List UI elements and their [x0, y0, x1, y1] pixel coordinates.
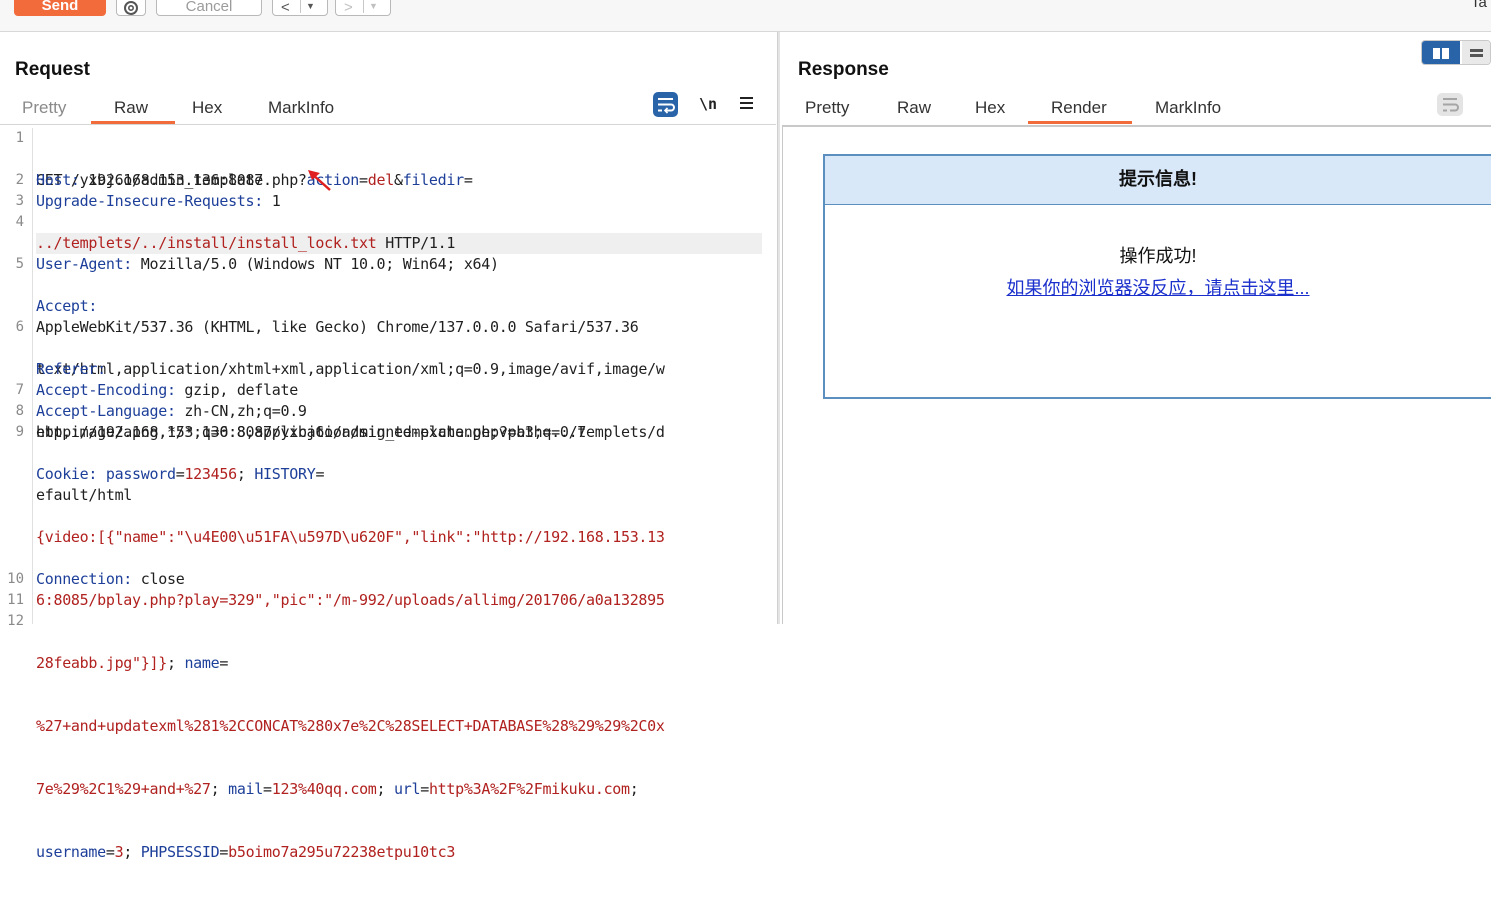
render-message-box: 提示信息! 操作成功! 如果你的浏览器没反应，请点击这里... — [823, 154, 1491, 399]
word-wrap-toggle[interactable] — [653, 92, 678, 117]
back-button[interactable]: < ▼ — [272, 0, 328, 16]
tab-raw[interactable]: Raw — [897, 98, 931, 118]
tab-pretty[interactable]: Pretty — [22, 98, 66, 118]
response-title: Response — [798, 59, 889, 80]
tabbar-divider — [0, 124, 776, 125]
code-line: 11 — [7, 592, 24, 608]
code-line: 9 Cookie: password=123456; HISTORY= {vid… — [15, 424, 665, 861]
code-line: 12 — [7, 613, 24, 629]
tab-markinfo[interactable]: MarkInfo — [268, 98, 334, 118]
code-line: 8 Accept-Language: zh-CN,zh;q=0.9 — [15, 402, 307, 420]
target-label: Ta — [1471, 0, 1487, 11]
tab-hex[interactable]: Hex — [975, 98, 1005, 118]
code-line: 6 Referer: http://192.168.153.136:8087/y… — [15, 319, 665, 504]
code-line: 1 GET /yxbj6o/admin_template.php?action=… — [0, 128, 776, 254]
active-tab-indicator — [1028, 121, 1132, 124]
request-title: Request — [15, 59, 90, 80]
back-arrow-icon: < — [281, 0, 290, 16]
word-wrap-toggle[interactable] — [1437, 93, 1463, 116]
code-line: 3 Upgrade-Insecure-Requests: 1 — [15, 192, 281, 210]
redirect-link[interactable]: 如果你的浏览器没反应，请点击这里... — [825, 274, 1491, 300]
word-wrap-icon — [658, 98, 675, 114]
success-message: 操作成功! — [1119, 246, 1197, 266]
dropdown-icon[interactable]: ▼ — [306, 1, 315, 11]
settings-button[interactable] — [116, 0, 146, 16]
red-arrow-annotation-icon — [308, 170, 331, 191]
gear-icon — [124, 1, 138, 15]
code-line: 4 User-Agent: Mozilla/5.0 (Windows NT 10… — [15, 214, 639, 336]
message-header: 提示信息! — [825, 156, 1491, 205]
panel-splitter[interactable] — [777, 32, 780, 624]
tab-render[interactable]: Render — [1051, 98, 1107, 118]
code-line: 10 Connection: close — [7, 570, 185, 588]
forward-arrow-icon: > — [344, 0, 353, 16]
line-number: 1 — [15, 130, 24, 146]
cancel-button[interactable]: Cancel — [156, 0, 262, 16]
code-line: 2 Host: 192.168.153.136:8087 — [15, 171, 264, 189]
layout-toggle[interactable] — [1421, 40, 1491, 65]
send-button[interactable]: Send — [14, 0, 106, 16]
request-editor[interactable]: 1 GET /yxbj6o/admin_template.php?action=… — [0, 128, 776, 861]
tab-hex[interactable]: Hex — [192, 98, 222, 118]
tab-raw[interactable]: Raw — [114, 98, 148, 118]
columns-icon — [1433, 48, 1449, 59]
menu-icon[interactable] — [740, 96, 754, 110]
button-separator — [300, 0, 301, 13]
toolbar: Send Cancel < ▼ > ▼ Ta — [0, 0, 1491, 32]
forward-button[interactable]: > ▼ — [335, 0, 391, 16]
show-newlines-toggle[interactable]: \n — [699, 95, 717, 113]
button-separator — [363, 0, 364, 13]
stacked-layout-button[interactable] — [1462, 41, 1490, 64]
code-line: 5 Accept: text/html,application/xhtml+xm… — [15, 256, 665, 441]
rows-icon — [1470, 49, 1483, 57]
code-line: 7 Accept-Encoding: gzip, deflate — [15, 381, 299, 399]
tab-markinfo[interactable]: MarkInfo — [1155, 98, 1221, 118]
side-by-side-layout-button[interactable] — [1422, 41, 1460, 64]
tab-pretty[interactable]: Pretty — [805, 98, 849, 118]
word-wrap-icon — [1443, 98, 1459, 112]
dropdown-icon[interactable]: ▼ — [369, 1, 378, 11]
